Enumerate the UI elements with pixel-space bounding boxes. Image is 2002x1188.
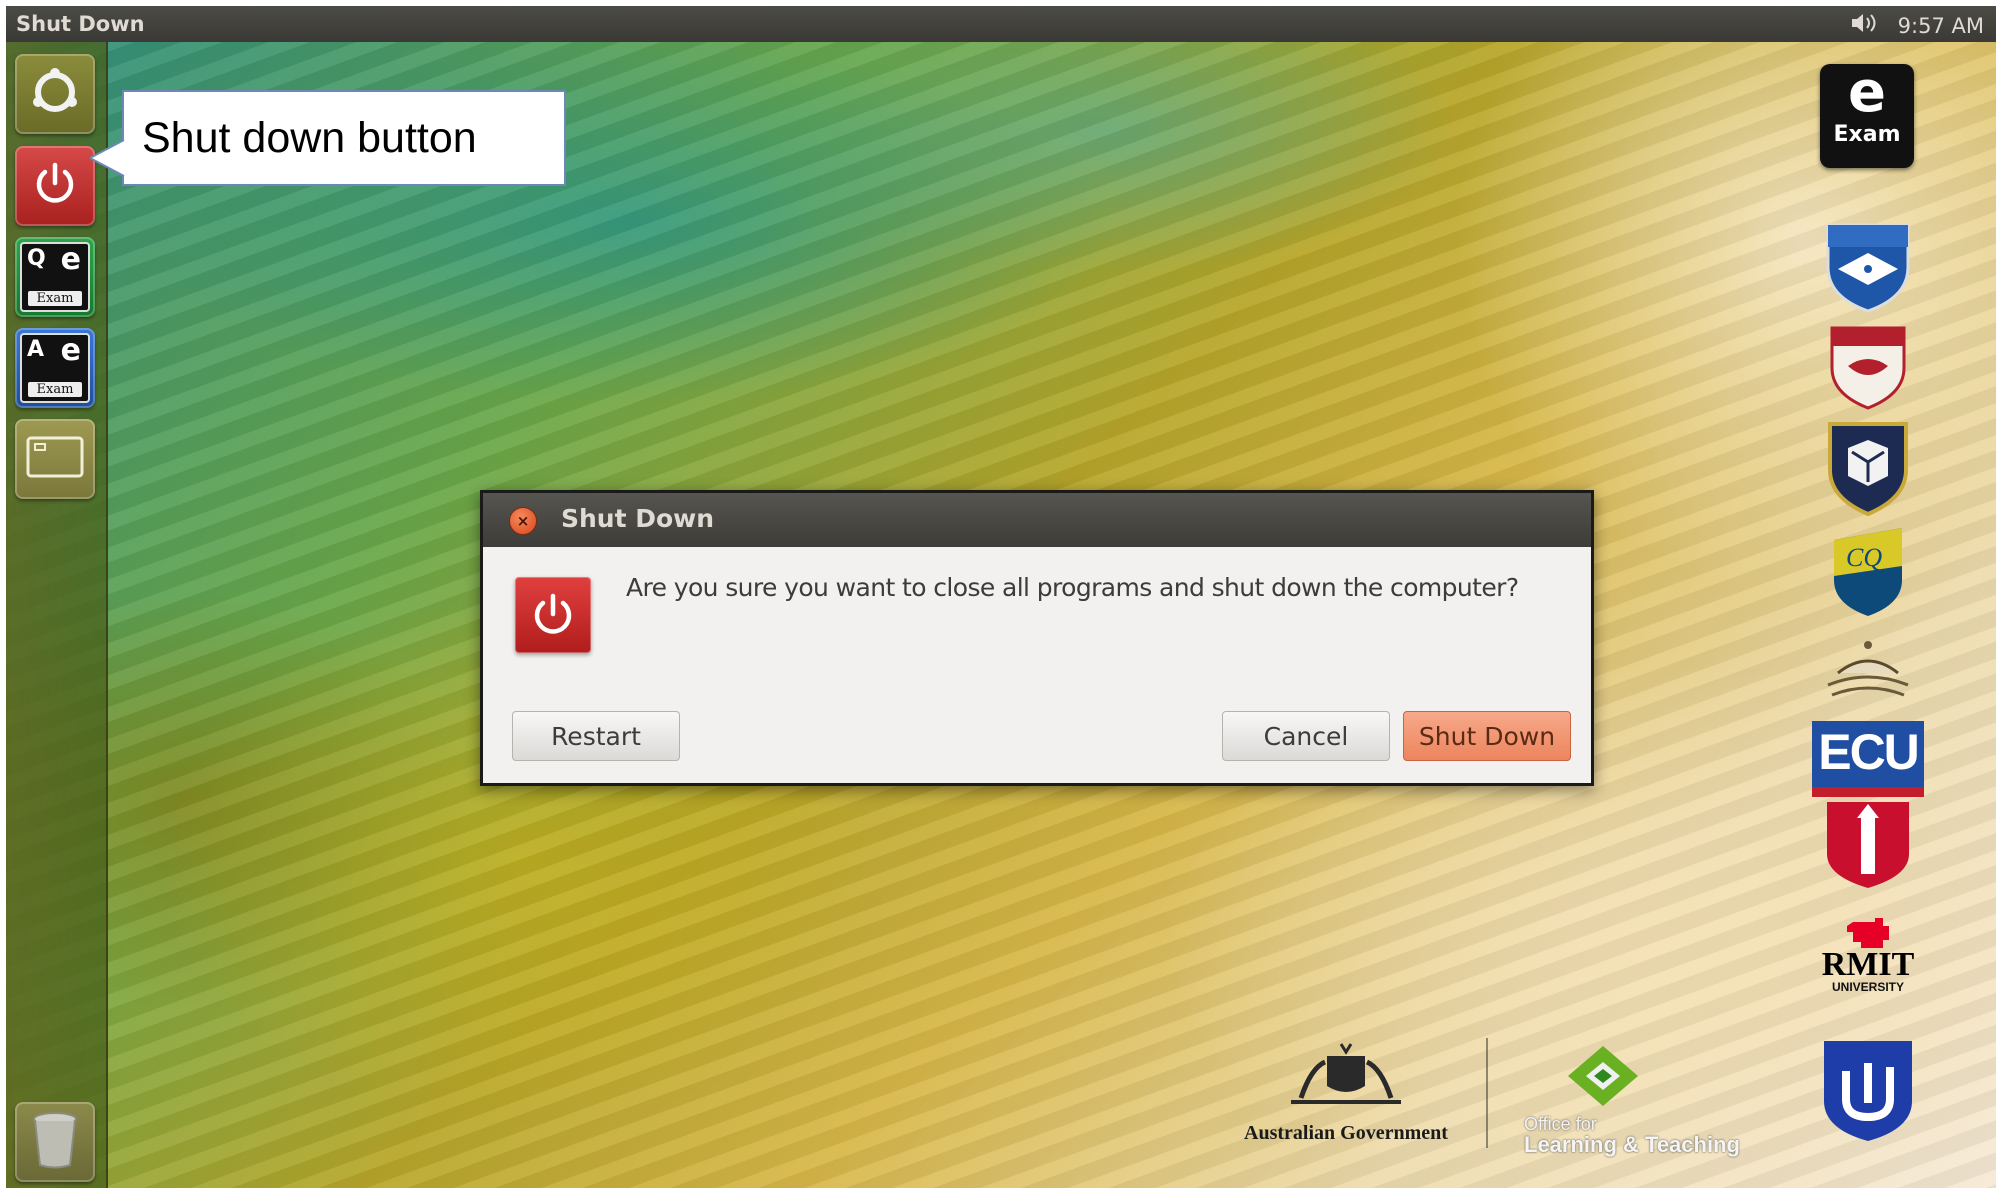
rmit-pixel-icon (1847, 918, 1889, 948)
window-icon (25, 434, 85, 484)
volume-icon[interactable] (1850, 12, 1880, 39)
svg-text:CQ: CQ (1846, 543, 1882, 572)
eexam-logo: e Exam (1820, 64, 1914, 168)
callout-box: Shut down button (122, 90, 566, 186)
university-crest-logo-7 (1818, 798, 1918, 890)
university-crest-logo-3 (1818, 418, 1918, 518)
coat-of-arms-icon (1291, 1043, 1401, 1104)
shut-down-button[interactable]: Shut Down (1403, 711, 1571, 761)
top-panel: Shut Down 9:57 AM (6, 6, 1996, 42)
ubuntu-logo-icon (29, 66, 81, 122)
cqu-logo: CQ (1818, 526, 1918, 618)
olt-diamond-icon (1568, 1046, 1638, 1106)
callout-text: Shut down button (142, 113, 477, 162)
trash-icon (29, 1110, 81, 1174)
panel-indicators: 9:57 AM (1850, 12, 1984, 39)
shutdown-dialog: × Shut Down Are you sure you want to clo… (480, 490, 1594, 786)
cancel-button[interactable]: Cancel (1222, 711, 1390, 761)
dialog-message: Are you sure you want to close all progr… (626, 573, 1519, 602)
desktop: Shut Down 9:57 AM Q e Exam A e Exam Shut… (6, 6, 1996, 1188)
restart-button[interactable]: Restart (512, 711, 680, 761)
a-exam-icon: A e Exam (20, 333, 90, 403)
launcher-item-q-exam[interactable]: Q e Exam (15, 237, 95, 317)
launcher: Q e Exam A e Exam (6, 42, 108, 1188)
launcher-item-a-exam[interactable]: A e Exam (15, 328, 95, 408)
q-exam-icon: Q e Exam (20, 242, 90, 312)
logo-divider (1486, 1038, 1488, 1148)
panel-window-title: Shut Down (16, 12, 145, 36)
launcher-item-shut-down[interactable] (15, 146, 95, 226)
launcher-item-files[interactable] (15, 419, 95, 499)
power-icon (515, 577, 591, 653)
callout-pointer (90, 139, 125, 177)
dialog-title: Shut Down (561, 504, 715, 533)
launcher-item-trash[interactable] (15, 1102, 95, 1182)
power-icon (30, 159, 80, 213)
screen: Shut Down 9:57 AM Q e Exam A e Exam Shut… (0, 0, 2002, 1188)
une-logo (1818, 1038, 1918, 1142)
university-crest-logo-2 (1818, 322, 1918, 412)
university-crest-logo-1 (1818, 216, 1918, 316)
rmit-logo: RMIT UNIVERSITY (1818, 908, 1918, 1002)
close-button[interactable]: × (509, 507, 537, 535)
ecu-logo: ECU (1812, 714, 1924, 804)
close-icon: × (516, 512, 530, 530)
australian-government-logo: Australian Government (1230, 1038, 1462, 1145)
university-crest-logo-5 (1818, 628, 1918, 708)
dialog-titlebar[interactable]: × Shut Down (483, 493, 1591, 547)
launcher-item-dash-home[interactable] (15, 54, 95, 134)
clock[interactable]: 9:57 AM (1898, 14, 1984, 38)
